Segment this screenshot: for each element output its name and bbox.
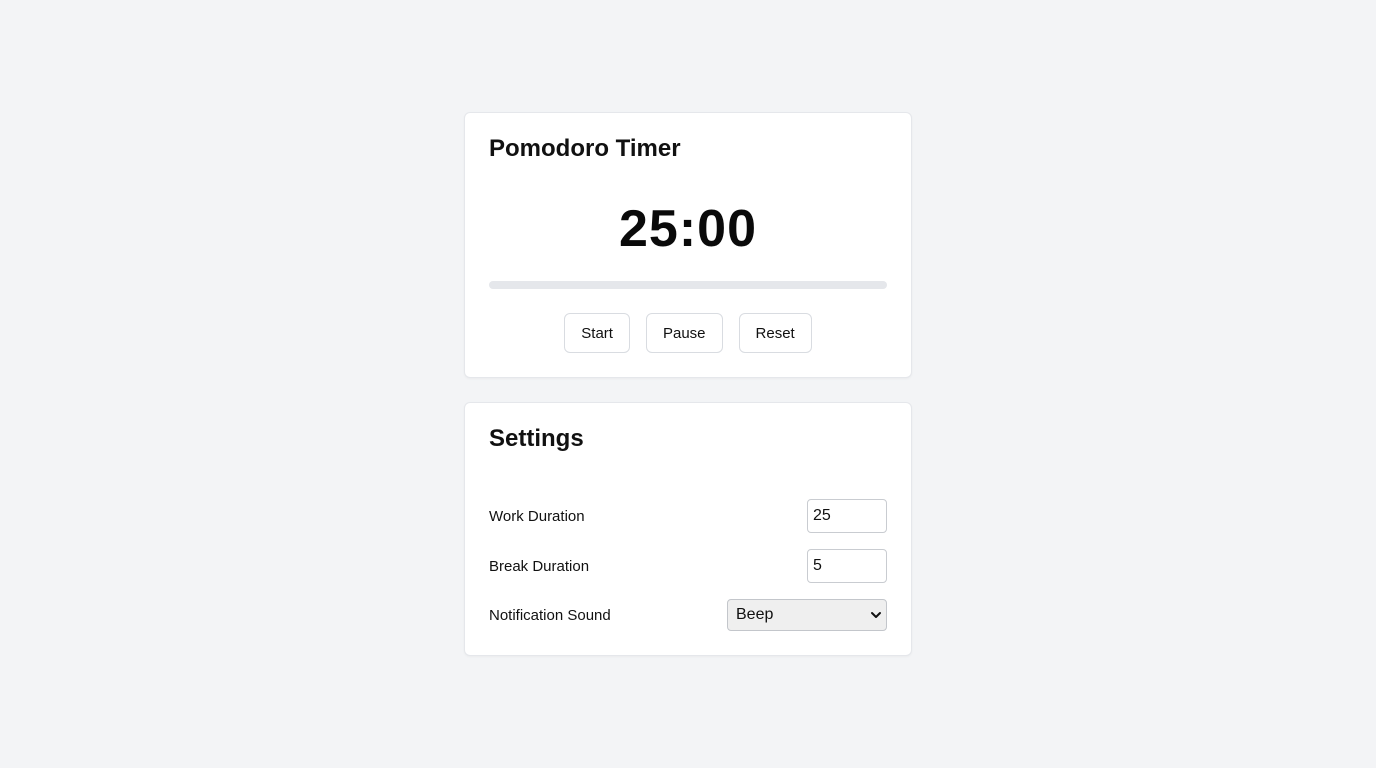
progress-bar [489,281,887,289]
timer-title: Pomodoro Timer [489,135,681,162]
work-duration-label: Work Duration [489,507,585,525]
start-button[interactable]: Start [564,313,630,353]
notification-sound-label: Notification Sound [489,606,611,624]
timer-card: Pomodoro Timer 25:00 Start Pause Reset [464,112,912,378]
work-duration-input[interactable] [807,499,887,533]
time-display: 25:00 [619,200,757,258]
notification-sound-select[interactable]: Beep [727,599,887,631]
settings-title: Settings [489,425,584,452]
timer-controls: Start Pause Reset [465,313,911,353]
settings-card: Settings Work Duration Break Duration No… [464,402,912,656]
chevron-down-icon [871,612,881,618]
pause-button[interactable]: Pause [645,313,723,353]
notification-sound-value: Beep [736,606,774,623]
break-duration-row: Break Duration [489,549,887,583]
work-duration-row: Work Duration [489,499,887,533]
notification-sound-row: Notification Sound Beep [489,599,887,631]
break-duration-input[interactable] [807,549,887,583]
break-duration-label: Break Duration [489,557,590,575]
reset-button[interactable]: Reset [738,313,812,353]
